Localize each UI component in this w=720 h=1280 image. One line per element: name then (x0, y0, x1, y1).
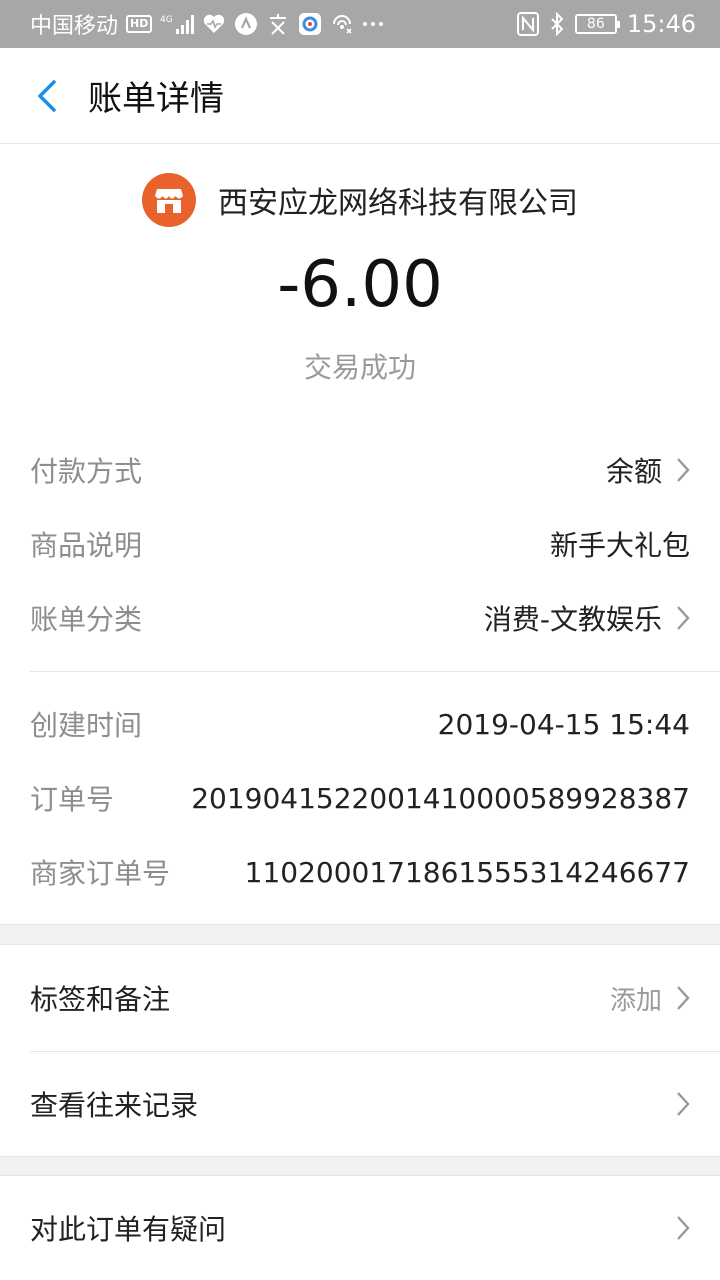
section-separator (0, 924, 720, 945)
chevron-right-icon (677, 986, 690, 1010)
signal-icon: 4G (160, 13, 195, 35)
status-left: 中国移动 HD 4G (30, 8, 517, 40)
info-row-order-number: 订单号 20190415220014100005899283​87 (30, 768, 690, 828)
divider (30, 671, 720, 672)
action-label: 对此订单有疑问 (30, 1213, 227, 1246)
action-label: 标签和备注 (30, 983, 171, 1016)
section-separator (0, 1156, 720, 1176)
battery-icon: 86 (574, 14, 620, 34)
more-dots-icon (362, 19, 384, 29)
status-right: 86 15:46 (516, 10, 696, 38)
info-label: 商家订单号 (30, 857, 171, 890)
hd-icon: HD (126, 15, 153, 33)
bluetooth-icon (549, 12, 565, 36)
detail-row-payment-method[interactable]: 付款方式 余额 (30, 440, 690, 500)
detail-label: 账单分类 (30, 603, 143, 636)
merchant-header: 西安应龙网络科技有限公司 (0, 170, 720, 230)
merchant-name: 西安应龙网络科技有限公司 (218, 186, 578, 221)
product-description-value: 新手大礼包 (549, 529, 690, 562)
info-row-merchant-order: 商家订单号 1102000171861555314246677 (30, 842, 690, 902)
chevron-right-icon (677, 458, 690, 482)
transaction-status: 交易成功 (303, 351, 416, 384)
chevron-left-icon (38, 79, 56, 112)
detail-value: 消费-文教娱乐 (484, 598, 690, 638)
merchant-shop-icon (142, 173, 196, 227)
hotspot-off-icon (330, 12, 354, 36)
action-right (676, 1215, 690, 1241)
info-label: 创建时间 (30, 709, 143, 742)
back-button[interactable] (16, 48, 76, 144)
payment-method-value: 余额 (605, 455, 662, 488)
app-circle-icon (234, 12, 258, 36)
detail-label: 付款方式 (30, 455, 143, 488)
info-label: 订单号 (30, 783, 115, 816)
carrier-name: 中国移动 (30, 14, 119, 39)
action-right (676, 1091, 690, 1117)
merchant-order-number-value: 1102000171861555314246677 (244, 855, 690, 889)
clock: 15:46 (626, 10, 696, 38)
status-bar: 中国移动 HD 4G 86 15:46 (0, 0, 720, 48)
heart-health-icon (202, 13, 226, 35)
page-title: 账单详情 (88, 79, 224, 119)
nfc-icon (516, 12, 539, 36)
detail-label: 商品说明 (30, 529, 143, 562)
browser-app-icon (298, 12, 322, 36)
add-hint: 添加 (609, 985, 662, 1016)
order-number-value: 20190415220014100005899283​87 (191, 781, 690, 815)
tags-notes-row[interactable]: 标签和备注 添加 (30, 945, 690, 1051)
action-right: 添加 (610, 980, 690, 1017)
network-type-label: 4G (160, 15, 173, 25)
chevron-right-icon (677, 1216, 690, 1240)
detail-row-product: 商品说明 新手大礼包 (30, 514, 690, 574)
bill-category-value: 消费-文教娱乐 (483, 603, 662, 636)
order-question-row[interactable]: 对此订单有疑问 (30, 1176, 690, 1280)
transaction-amount: -6.00 (277, 248, 443, 322)
action-label: 查看往来记录 (30, 1089, 199, 1122)
alipay-char-icon (266, 12, 290, 36)
created-time-value: 2019-04-15 15:44 (437, 707, 690, 741)
nav-header: 账单详情 (0, 48, 720, 144)
info-row-created-time: 创建时间 2019-04-15 15:44 (30, 694, 690, 754)
detail-row-category[interactable]: 账单分类 消费-文教娱乐 (30, 588, 690, 648)
detail-value: 余额 (606, 450, 690, 490)
chevron-right-icon (677, 1092, 690, 1116)
chevron-right-icon (677, 606, 690, 630)
view-history-row[interactable]: 查看往来记录 (30, 1052, 690, 1156)
